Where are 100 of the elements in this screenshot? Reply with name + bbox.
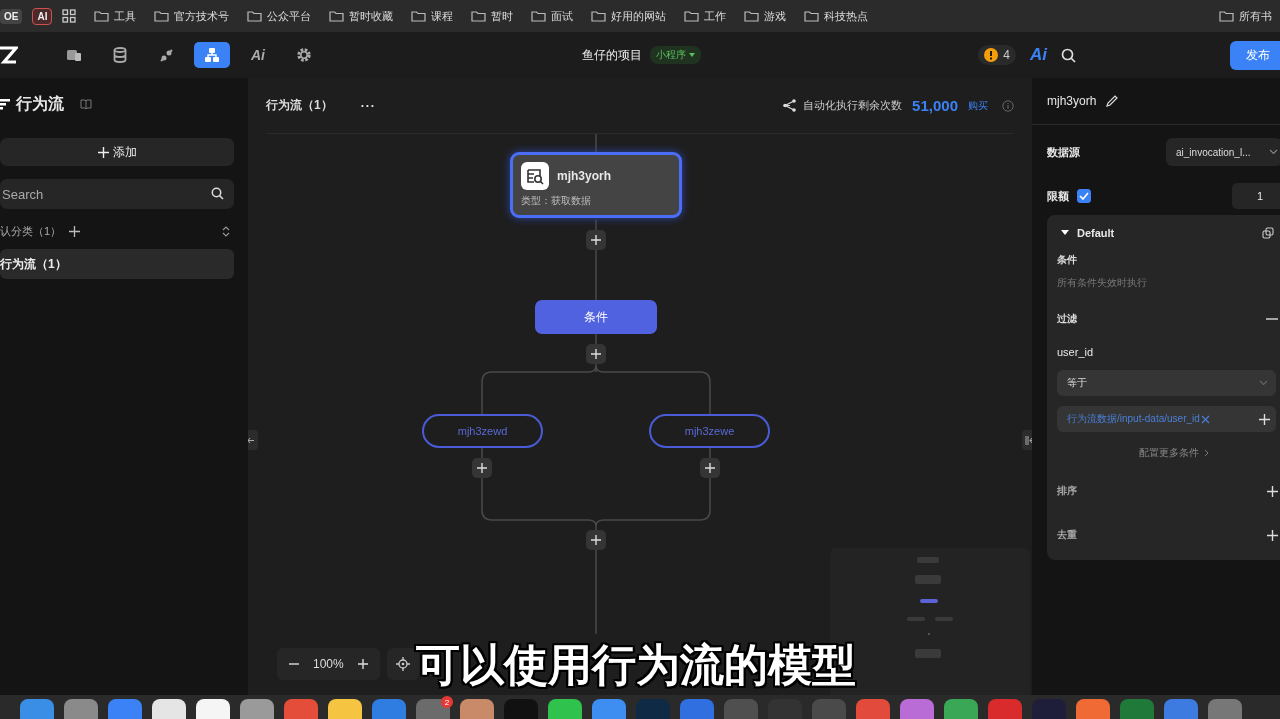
bookmark-badge[interactable]: OE <box>0 8 23 24</box>
chevron-down-icon <box>1259 380 1268 386</box>
limit-input[interactable]: 1 <box>1232 183 1280 209</box>
app-icon[interactable]: 2 <box>416 699 450 719</box>
check-icon <box>1079 192 1089 200</box>
field-name: user_id <box>1057 346 1095 358</box>
data-source-select[interactable]: ai_invocation_l... <box>1166 138 1280 166</box>
folder-icon <box>411 10 427 22</box>
plus-icon <box>591 535 601 545</box>
publish-button[interactable]: 发布 <box>1230 40 1280 70</box>
data-node-card[interactable]: mjh3yorh 类型：获取数据 <box>510 152 682 218</box>
bookmark-folder[interactable]: 暂时 <box>491 8 514 24</box>
bookmark-folder[interactable]: 科技热点 <box>824 8 869 24</box>
folder-icon <box>471 10 487 22</box>
settings-icon <box>296 47 312 63</box>
section-label: 排序 <box>1057 484 1077 498</box>
category-label[interactable]: 认分类（1） <box>0 223 62 239</box>
add-icon[interactable] <box>1259 413 1270 425</box>
more-button[interactable]: ··· <box>360 98 376 113</box>
folder-icon <box>1219 10 1234 22</box>
search-icon[interactable] <box>211 187 224 200</box>
chevron-down-icon <box>1269 149 1278 155</box>
add-node-button[interactable] <box>700 458 720 478</box>
plus-icon <box>705 463 715 473</box>
branch-node[interactable]: mjh3zewe <box>649 414 770 448</box>
quota-label: 自动化执行剩余次数 <box>803 98 903 113</box>
plus-icon <box>357 659 368 669</box>
limit-checkbox[interactable] <box>1077 189 1091 203</box>
info-icon[interactable] <box>1002 99 1014 112</box>
project-type-tag[interactable]: 小程序 <box>650 46 701 64</box>
bookmark-badge[interactable]: AI <box>32 7 53 25</box>
canvas-title: 行为流（1） <box>266 97 333 114</box>
search-icon[interactable] <box>1061 47 1076 63</box>
node-title: mjh3yorh <box>557 169 611 183</box>
bookmark-folder[interactable]: 课程 <box>431 8 454 24</box>
flow-list-item[interactable]: 行为流（1） <box>0 249 234 279</box>
folder-icon <box>247 10 263 22</box>
caret-icon <box>689 52 695 58</box>
pencil-icon[interactable] <box>1106 95 1119 107</box>
node-name: mjh3yorh <box>1047 94 1097 108</box>
plus-icon <box>477 463 487 473</box>
warning-icon <box>984 48 999 62</box>
apps-grid-icon[interactable] <box>62 9 77 23</box>
add-icon[interactable] <box>69 225 81 237</box>
section-label: 过滤 <box>1057 312 1077 326</box>
node-type-label: 类型：获取数据 <box>521 194 592 208</box>
project-title: 鱼仔的项目 <box>582 46 642 64</box>
add-icon[interactable] <box>1267 529 1278 541</box>
add-node-button[interactable] <box>586 530 606 550</box>
minus-icon <box>289 663 299 665</box>
bookmark-folder[interactable]: 工具 <box>114 8 137 24</box>
copy-icon[interactable] <box>1262 227 1274 239</box>
condition-node[interactable]: 条件 <box>535 300 657 334</box>
folder-icon <box>744 10 760 22</box>
plus-icon <box>97 146 109 158</box>
collapse-icon[interactable] <box>222 225 230 237</box>
ai-assistant-button[interactable]: Ai <box>1030 45 1047 65</box>
data-query-icon <box>521 162 549 190</box>
add-node-button[interactable] <box>586 344 606 364</box>
plus-icon <box>591 235 601 245</box>
caret-icon[interactable] <box>1061 230 1069 236</box>
add-icon[interactable] <box>1267 485 1278 497</box>
add-node-button[interactable] <box>586 230 606 250</box>
branch-node[interactable]: mjh3zewd <box>422 414 543 448</box>
search-field[interactable]: Search <box>0 179 234 209</box>
bookmark-folder[interactable]: 暂时收藏 <box>349 8 394 24</box>
bookmark-folder[interactable]: 游戏 <box>764 8 787 24</box>
folder-icon <box>531 10 547 22</box>
book-icon[interactable] <box>80 98 92 110</box>
logo-icon <box>0 46 18 64</box>
sidebar-title: 行为流 <box>16 93 64 114</box>
bookmark-folder[interactable]: 面试 <box>551 8 574 24</box>
folder-icon <box>804 10 820 22</box>
field-label: 限额 <box>1047 188 1069 204</box>
pages-icon <box>66 48 82 62</box>
subtitle-text: 可以使用行为流的模型 <box>416 639 856 691</box>
database-icon <box>113 47 127 63</box>
more-conditions-link[interactable]: 配置更多条件 <box>1138 446 1209 460</box>
plug-icon <box>158 47 174 63</box>
add-node-button[interactable] <box>472 458 492 478</box>
section-label: 条件 <box>1057 253 1078 267</box>
ai-tool-button[interactable]: Ai <box>240 42 276 68</box>
folder-icon <box>94 10 110 22</box>
quota-count: 51,000 <box>912 97 958 114</box>
close-icon[interactable] <box>1200 414 1210 424</box>
bookmark-folder[interactable]: 工作 <box>704 8 727 24</box>
add-button[interactable]: 添加 <box>0 138 234 166</box>
flowchart-icon <box>204 47 220 63</box>
bookmark-folder[interactable]: 公众平台 <box>267 8 312 24</box>
operator-select[interactable]: 等于 <box>1057 370 1276 396</box>
alerts-badge[interactable]: 4 <box>978 45 1016 65</box>
bookmark-folder[interactable]: 好用的网站 <box>611 8 667 24</box>
crosshair-icon <box>396 657 410 671</box>
bookmark-folder[interactable]: 官方技术号 <box>174 8 230 24</box>
flow-tool-button[interactable] <box>194 42 230 68</box>
bookmark-folder[interactable]: 所有书 <box>1239 8 1272 24</box>
folder-icon <box>329 10 345 22</box>
condition-hint: 所有条件失效时执行 <box>1057 276 1148 290</box>
buy-link[interactable]: 购买 <box>968 98 988 113</box>
section-label: 去重 <box>1057 528 1077 542</box>
